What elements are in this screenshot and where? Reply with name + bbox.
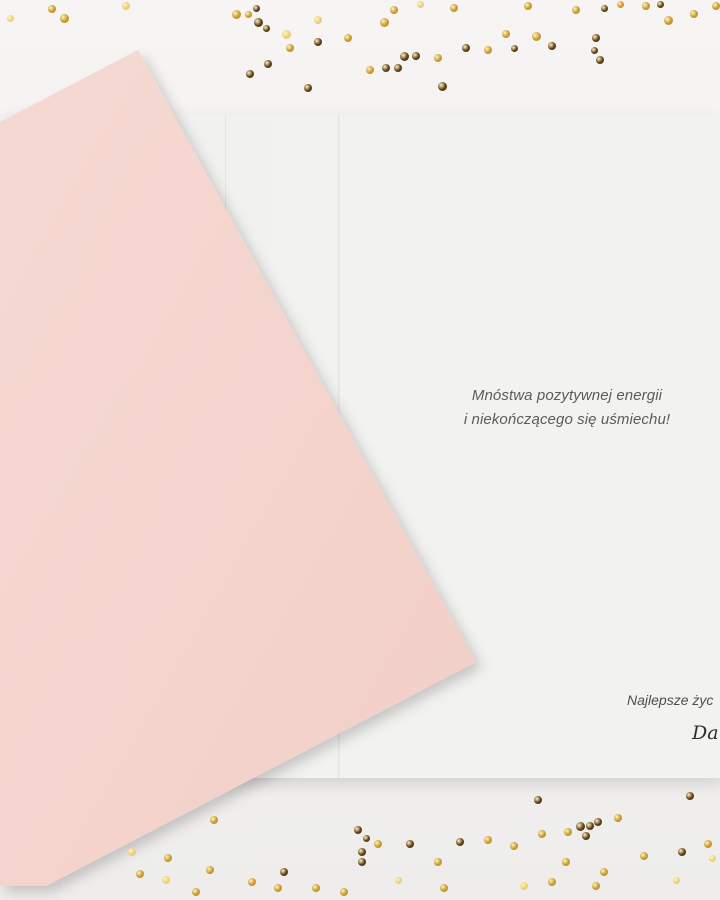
card-text-area: Mnóstwa pozytywnej energii i niekończące… [0,0,720,900]
card-message: Mnóstwa pozytywnej energii i niekończące… [438,384,696,432]
card-message-line-1: Mnóstwa pozytywnej energii [471,387,663,404]
card-signature: Da [692,722,719,744]
card-message-line-2: i niekończącego się uśmiechu! [463,411,671,428]
card-closing: Najlepsze życ [627,692,714,708]
